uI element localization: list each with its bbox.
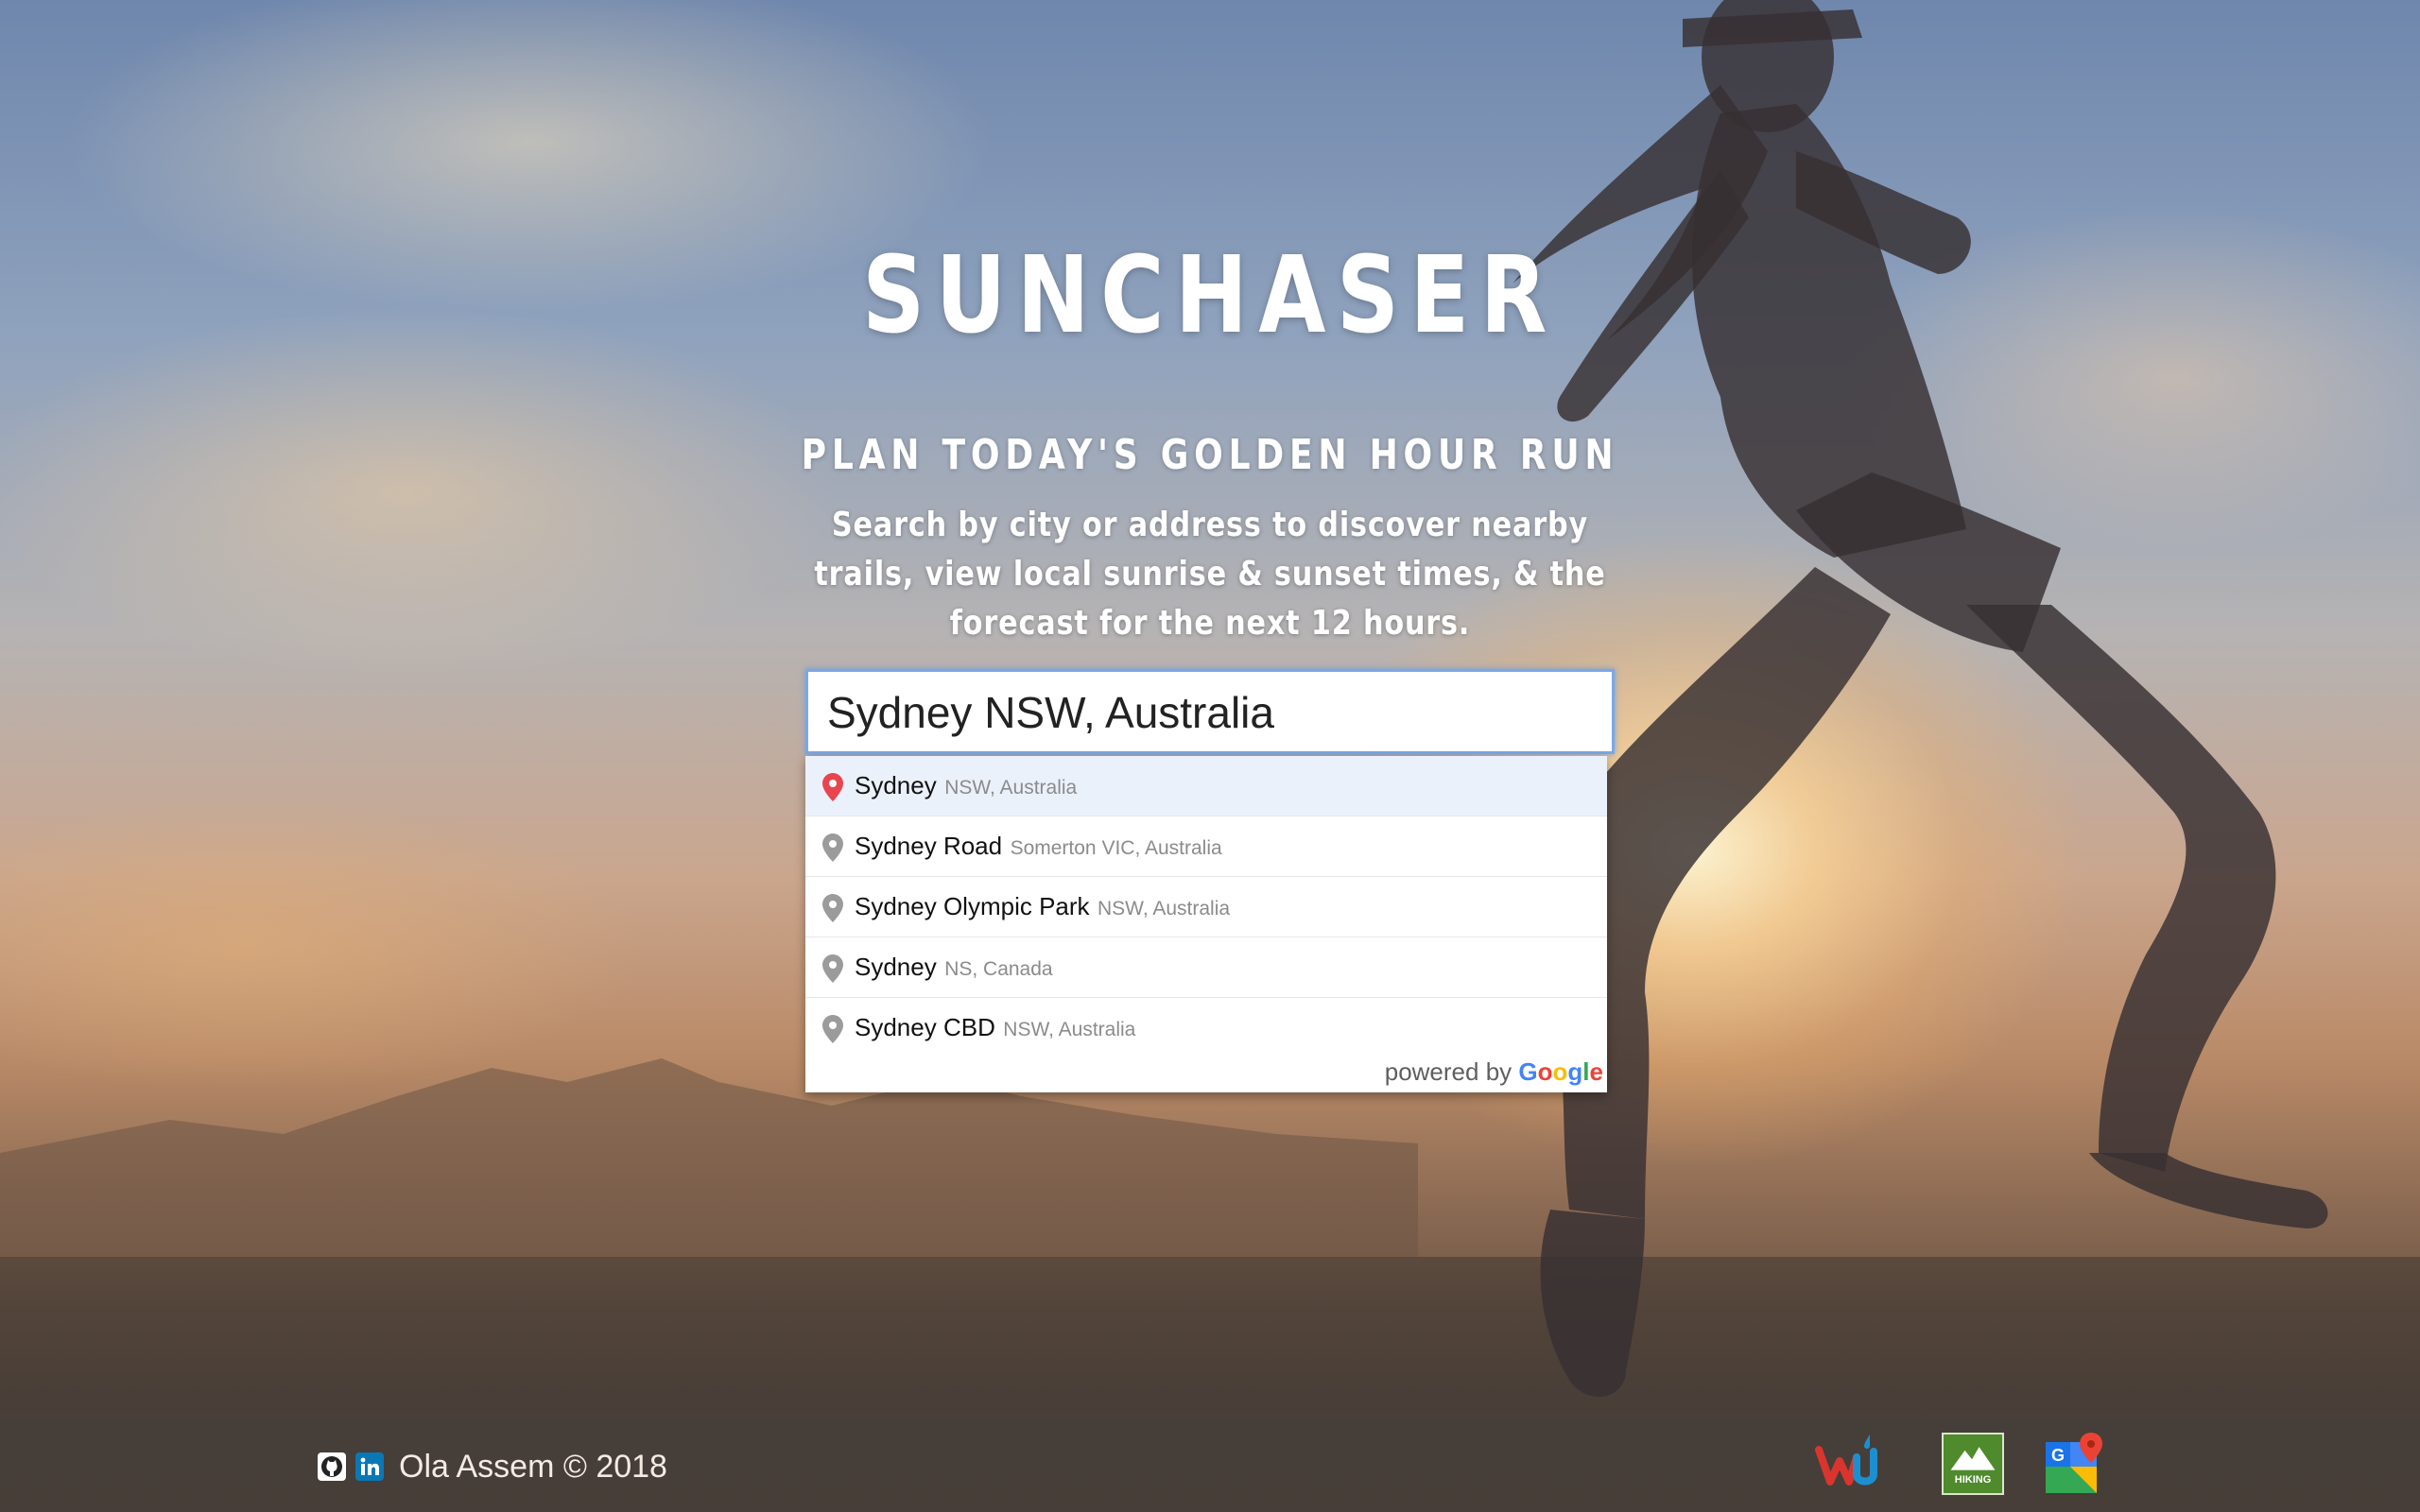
hiking-logo-text: HIKING	[1954, 1474, 1992, 1486]
powered-by-text: powered by	[1384, 1057, 1512, 1086]
map-pin-icon	[822, 894, 843, 922]
autocomplete-dropdown: Sydney NSW, Australia Sydney Road Somert…	[805, 756, 1607, 1092]
app-title: SUNCHASER	[862, 234, 1558, 357]
app-description: Search by city or address to discover ne…	[814, 506, 1606, 643]
suggestion-secondary-text: NSW, Australia	[944, 777, 1078, 799]
suggestion-secondary-text: NS, Canada	[944, 958, 1053, 980]
suggestion-main-text: Sydney	[855, 953, 937, 981]
weather-underground-logo[interactable]	[1815, 1433, 1881, 1495]
suggestion-secondary-text: NSW, Australia	[1003, 1019, 1136, 1040]
google-logo: Google	[1518, 1057, 1603, 1086]
suggestion-main-text: Sydney CBD	[855, 1013, 995, 1041]
map-pin-icon	[822, 1015, 843, 1043]
autocomplete-item[interactable]: Sydney Road Somerton VIC, Australia	[805, 816, 1607, 875]
autocomplete-item[interactable]: Sydney NS, Canada	[805, 936, 1607, 996]
autocomplete-item[interactable]: Sydney NSW, Australia	[805, 756, 1607, 816]
svg-text:G: G	[2051, 1446, 2065, 1465]
autocomplete-item[interactable]: Sydney Olympic Park NSW, Australia	[805, 876, 1607, 936]
suggestion-main-text: Sydney Olympic Park	[855, 892, 1090, 920]
suggestion-main-text: Sydney	[855, 771, 937, 799]
map-pin-icon	[822, 773, 843, 801]
location-search-box[interactable]	[805, 669, 1615, 754]
footer-credits: Ola Assem © 2018	[318, 1446, 667, 1487]
linkedin-icon[interactable]	[355, 1452, 384, 1481]
suggestion-secondary-text: Somerton VIC, Australia	[1010, 837, 1222, 859]
map-pin-icon	[822, 954, 843, 983]
powered-by-google: powered by Google	[1385, 1057, 1603, 1087]
map-pin-icon	[822, 833, 843, 862]
app-subtitle: PLAN TODAY'S GOLDEN HOUR RUN	[801, 431, 1619, 479]
autocomplete-item[interactable]: Sydney CBD NSW, Australia	[805, 997, 1607, 1057]
google-maps-logo[interactable]: G	[2042, 1433, 2108, 1495]
github-icon[interactable]	[318, 1452, 346, 1481]
suggestion-main-text: Sydney Road	[855, 832, 1003, 860]
author-credit: Ola Assem © 2018	[399, 1448, 667, 1485]
location-search-input[interactable]	[827, 679, 1583, 746]
suggestion-secondary-text: NSW, Australia	[1097, 898, 1231, 919]
hiking-project-logo[interactable]: HIKING	[1942, 1433, 2004, 1495]
